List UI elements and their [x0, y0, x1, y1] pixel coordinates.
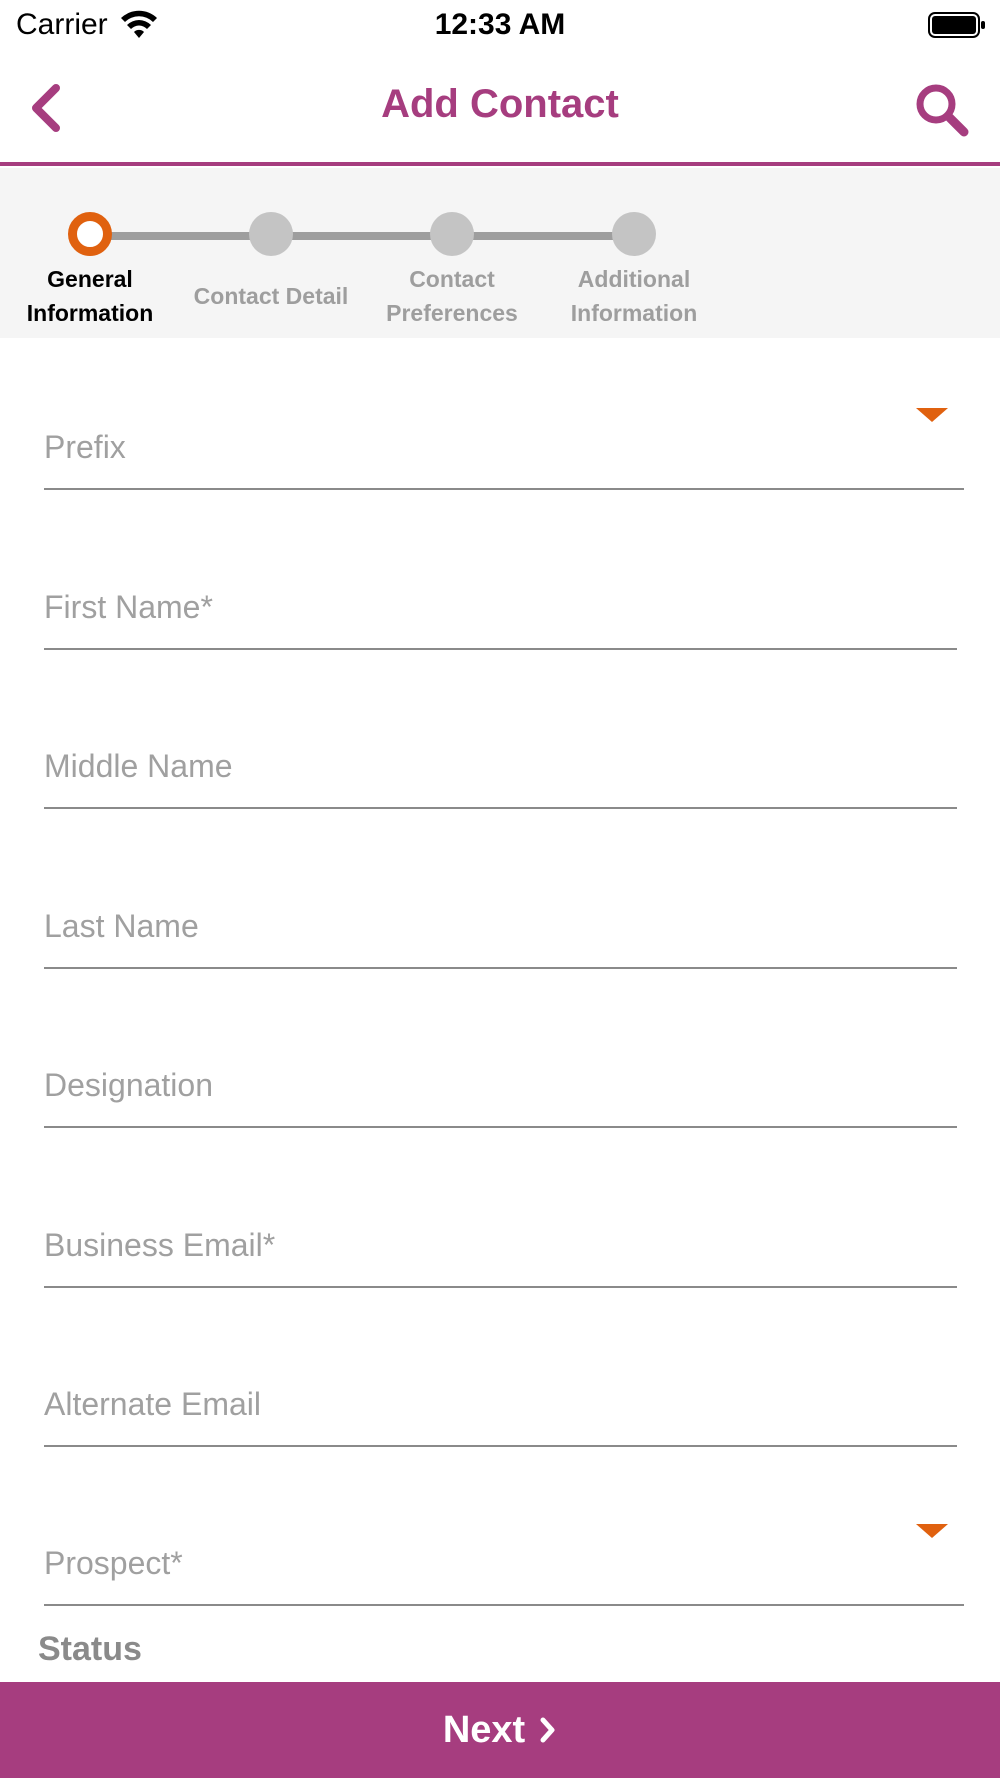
prospect-field[interactable]: [44, 1536, 964, 1606]
first-name-field[interactable]: [44, 580, 957, 650]
step-connector: [272, 232, 452, 240]
prefix-dropdown[interactable]: [44, 400, 964, 490]
step-label-additional-information: Additional Information: [570, 266, 698, 326]
step-connector: [90, 232, 272, 240]
dropdown-arrow-icon: [916, 408, 948, 422]
step-connector: [452, 232, 634, 240]
step-label-contact-preferences: Contact Preferences: [386, 266, 518, 326]
step-label-general-information: General Information: [26, 266, 154, 326]
alternate-email-field[interactable]: [44, 1377, 957, 1447]
dropdown-arrow-icon: [916, 1524, 948, 1538]
progress-stepper: General Information Contact Detail Conta…: [0, 168, 1000, 338]
last-name-field[interactable]: [44, 899, 957, 969]
step-indicator-general-information[interactable]: [68, 212, 112, 256]
middle-name-field[interactable]: [44, 739, 957, 809]
middle-name-field-wrap: [44, 719, 957, 809]
designation-field[interactable]: [44, 1058, 957, 1128]
business-email-field-wrap: [44, 1198, 957, 1288]
clock: 12:33 AM: [434, 8, 566, 41]
designation-field-wrap: [44, 1038, 957, 1128]
status-section-label: Status: [38, 1630, 142, 1668]
step-indicator-contact-preferences[interactable]: [430, 212, 474, 256]
battery-icon: [928, 12, 985, 38]
prospect-dropdown[interactable]: [44, 1516, 964, 1606]
search-icon[interactable]: [912, 80, 972, 140]
chevron-right-icon: [540, 1717, 555, 1743]
step-indicator-additional-information[interactable]: [612, 212, 656, 256]
last-name-field-wrap: [44, 879, 957, 969]
alternate-email-field-wrap: [44, 1357, 957, 1447]
prefix-field[interactable]: [44, 420, 964, 490]
step-indicator-contact-detail[interactable]: [249, 212, 293, 256]
page-title: Add Contact: [381, 82, 619, 126]
business-email-field[interactable]: [44, 1218, 957, 1288]
next-button-label: Next: [442, 1708, 526, 1751]
status-bar: Carrier 12:33 AM: [0, 0, 1000, 52]
next-button[interactable]: Next: [0, 1682, 1000, 1778]
nav-bar: Add Contact: [0, 52, 1000, 166]
step-label-contact-detail: Contact Detail: [193, 283, 349, 309]
first-name-field-wrap: [44, 560, 957, 650]
